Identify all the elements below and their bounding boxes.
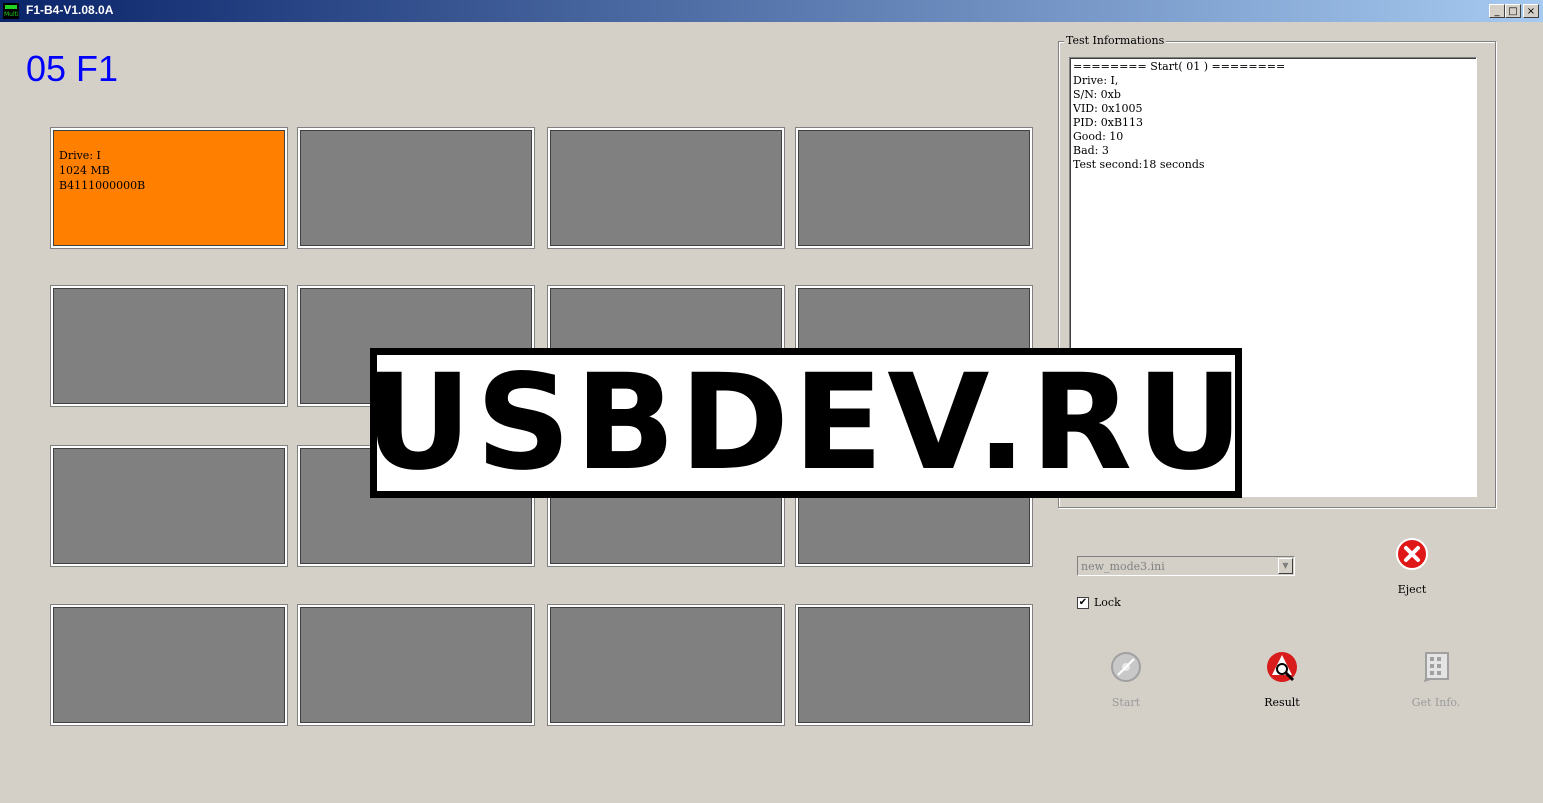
app-icon: Multi	[3, 3, 19, 19]
watermark: USBDEV.RU	[365, 348, 1243, 498]
drive-slot[interactable]: Drive: I 1024 MB B4111000000B	[51, 128, 287, 248]
slot-info-line: 1024 MB	[59, 164, 110, 177]
test-info-label: Test Informations	[1064, 34, 1167, 47]
drive-slot[interactable]	[298, 128, 534, 248]
mode-select-value: new_mode3.ini	[1081, 560, 1165, 573]
info-line: S/N: 0xb	[1073, 88, 1121, 101]
window-title: F1-B4-V1.08.0A	[26, 3, 114, 17]
lock-label: Lock	[1094, 596, 1121, 609]
lock-checkbox[interactable]: ✔	[1077, 597, 1089, 609]
chevron-down-icon[interactable]: ▼	[1278, 558, 1293, 574]
info-line: Good: 10	[1073, 130, 1124, 143]
slot-info-line: B4111000000B	[59, 179, 146, 192]
memory-card-icon	[1423, 652, 1449, 682]
info-line: PID: 0xB113	[1073, 116, 1144, 129]
get-info-label: Get Info.	[1411, 696, 1461, 709]
info-line: Bad: 3	[1073, 144, 1109, 157]
result-icon	[1267, 652, 1297, 682]
close-button[interactable]: ×	[1523, 4, 1539, 18]
maximize-button[interactable]: □	[1505, 4, 1521, 18]
device-counter: 05 F1	[26, 48, 119, 89]
get-info-button[interactable]: Get Info.	[1396, 647, 1476, 709]
drive-slot[interactable]	[796, 605, 1032, 725]
eject-label: Eject	[1397, 583, 1427, 596]
drive-slot[interactable]	[548, 128, 784, 248]
slot-info-line: Drive: I	[59, 149, 101, 162]
info-line: VID: 0x1005	[1073, 102, 1143, 115]
result-label: Result	[1264, 696, 1300, 709]
minimize-button[interactable]: _	[1489, 4, 1505, 18]
drive-slot[interactable]	[796, 128, 1032, 248]
start-button[interactable]: Start	[1086, 647, 1166, 709]
drive-slot[interactable]	[298, 605, 534, 725]
slot-info: Drive: I 1024 MB B4111000000B	[59, 148, 145, 193]
eject-button[interactable]: Eject	[1372, 534, 1452, 596]
info-line: Drive: I,	[1073, 74, 1119, 87]
info-line: Test second:18 seconds	[1073, 158, 1205, 171]
drive-slot[interactable]	[51, 605, 287, 725]
start-label: Start	[1111, 696, 1141, 709]
drive-slot[interactable]	[548, 605, 784, 725]
disc-icon	[1111, 652, 1141, 682]
drive-slot[interactable]	[51, 286, 287, 406]
mode-select[interactable]: new_mode3.ini ▼	[1077, 556, 1295, 576]
watermark-text: USBDEV.RU	[364, 346, 1248, 500]
result-button[interactable]: Result	[1242, 647, 1322, 709]
drive-slot[interactable]	[51, 446, 287, 566]
info-line: ======== Start( 01 ) ========	[1073, 60, 1286, 73]
title-bar: Multi F1-B4-V1.08.0A _ □ ×	[0, 0, 1543, 22]
eject-icon	[1396, 538, 1428, 570]
